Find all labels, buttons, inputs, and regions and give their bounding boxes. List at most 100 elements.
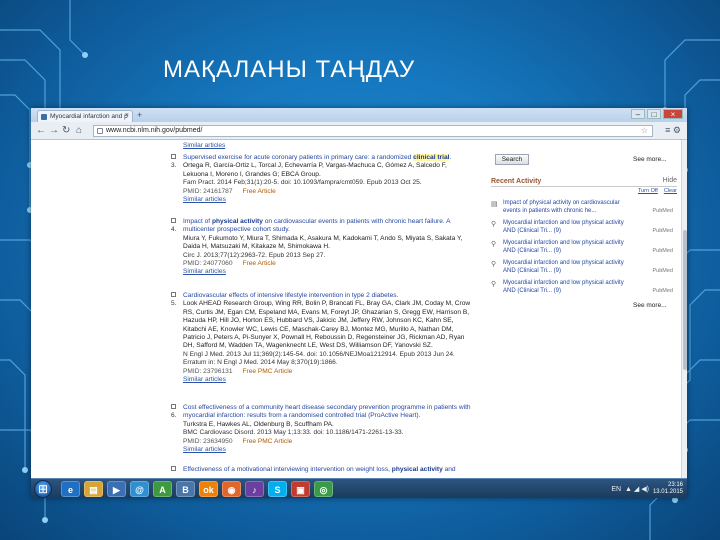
browser-screenshot: Myocardial infarction and p × + – □ × ← … <box>31 108 687 498</box>
app-a-icon[interactable]: A <box>153 481 172 497</box>
minimize-button[interactable]: – <box>631 109 645 119</box>
start-button[interactable] <box>34 480 52 498</box>
source-label: PubMed <box>652 288 674 294</box>
result-number: 3. <box>171 162 177 169</box>
free-article-label: Free Article <box>242 187 276 195</box>
explorer-icon[interactable]: ▤ <box>84 481 103 497</box>
firefox-icon[interactable]: ◉ <box>222 481 241 497</box>
similar-articles-link[interactable]: Similar articles <box>183 142 225 149</box>
result-title-link[interactable]: Impact of physical activity on cardiovas… <box>183 218 471 235</box>
result-number: 5. <box>171 300 177 307</box>
free-article-label: Free PMC Article <box>242 367 293 375</box>
ie-icon[interactable]: e <box>61 481 80 497</box>
search-icon: ⚲ <box>491 261 497 268</box>
source-label: PubMed <box>652 228 674 234</box>
search-icon: ⚲ <box>491 221 497 228</box>
result-checkbox[interactable] <box>171 292 176 297</box>
result-checkbox[interactable] <box>171 404 176 409</box>
ok-icon[interactable]: ok <box>199 481 218 497</box>
new-tab-button[interactable]: + <box>137 111 149 121</box>
source-label: PubMed <box>652 208 674 214</box>
search-icon: ⚲ <box>491 281 497 288</box>
tab-bar: Myocardial infarction and p × + – □ × <box>31 108 687 122</box>
result-checkbox[interactable] <box>171 154 176 159</box>
slide-title: МАҚАЛАНЫ ТАҢДАУ <box>163 56 416 83</box>
clock-time: 23:16 <box>667 481 683 488</box>
mail-icon[interactable]: @ <box>130 481 149 497</box>
result-journal: Fam Pract. 2014 Feb;31(1):20-5. doi: 10.… <box>183 179 422 187</box>
result-authors: Ortega R, García-Ortiz L, Torcal J, Eche… <box>183 162 447 178</box>
reload-icon[interactable]: ↻ <box>62 125 70 137</box>
search-button[interactable]: Search <box>495 154 529 165</box>
similar-articles-link[interactable]: Similar articles <box>183 446 471 454</box>
result-item: 4. Impact of physical activity on cardio… <box>171 218 471 278</box>
pdf-icon[interactable]: ▣ <box>291 481 310 497</box>
clear-link[interactable]: Clear <box>664 188 677 194</box>
favicon-icon <box>41 114 47 120</box>
tray-icons[interactable]: ▲ ◢ ◀) <box>625 485 649 493</box>
result-checkbox[interactable] <box>171 466 176 471</box>
search-icon: ⚲ <box>491 241 497 248</box>
divider <box>491 186 677 187</box>
back-arrow-icon[interactable]: ← <box>36 125 46 137</box>
result-journal: N Engl J Med. 2013 Jul 11;369(2):145-54.… <box>183 350 455 367</box>
result-journal: Circ J. 2013;77(12):2963-72. Epub 2013 S… <box>183 251 326 259</box>
taskbar-apps: e ▤ ▶ @ A Bok ◉ ♪ S ▣ ◎ <box>61 481 333 497</box>
result-item: 3. Supervised exercise for acute coronar… <box>171 154 471 206</box>
system-tray: EN ▲ ◢ ◀) 23:16 13.01.2015 <box>611 480 683 498</box>
source-label: PubMed <box>652 248 674 254</box>
pubmed-page: Similar articles 3. Supervised exercise … <box>31 140 681 478</box>
recent-activity-title: Recent Activity <box>491 178 542 185</box>
clock-date: 13.01.2015 <box>652 489 683 495</box>
chrome-icon[interactable]: ◎ <box>314 481 333 497</box>
address-bar[interactable]: www.ncbi.nlm.nih.gov/pubmed/ ☆ <box>93 125 653 137</box>
free-article-label: Free Article <box>242 260 276 268</box>
recent-activity-actions: Turn Off Clear <box>632 188 677 194</box>
result-item: Effectiveness of a motivational intervie… <box>171 466 471 478</box>
language-indicator[interactable]: EN <box>611 486 621 493</box>
home-icon[interactable]: ⌂ <box>76 125 82 137</box>
result-title-link[interactable]: Supervised exercise for acute coronary p… <box>183 154 471 162</box>
bookmark-star-icon[interactable]: ☆ <box>641 126 648 135</box>
tab-title: Myocardial infarction and p <box>50 113 128 120</box>
result-authors: Turkstra E, Hawkes AL, Oldenburg B, Scuf… <box>183 420 334 428</box>
result-pmid: PMID: 23634950 <box>183 437 233 445</box>
maximize-button[interactable]: □ <box>647 109 661 119</box>
url-text: www.ncbi.nlm.nih.gov/pubmed/ <box>106 127 203 134</box>
source-label: PubMed <box>652 268 674 274</box>
clock[interactable]: 23:16 13.01.2015 <box>653 482 683 497</box>
skype-icon[interactable]: S <box>268 481 287 497</box>
forward-arrow-icon[interactable]: → <box>49 125 59 137</box>
see-more-link[interactable]: See more... <box>633 302 667 309</box>
similar-articles-link[interactable]: Similar articles <box>183 196 471 204</box>
result-journal: BMC Cardiovasc Disord. 2013 May 1;13:33.… <box>183 429 404 437</box>
result-checkbox[interactable] <box>171 218 176 223</box>
result-title-link[interactable]: Effectiveness of a motivational intervie… <box>183 466 471 474</box>
close-window-button[interactable]: × <box>663 109 683 119</box>
windows-taskbar: e▤▶@ABok◉♪S▣◎ EN ▲ ◢ ◀) 23:16 13.01.2015 <box>31 478 687 498</box>
result-pmid: PMID: 24161787 <box>183 187 233 195</box>
turn-off-link[interactable]: Turn Off <box>638 188 658 194</box>
wrench-menu-icon[interactable]: ≡ ⚙ <box>665 125 681 136</box>
result-title-link[interactable]: Cost effectiveness of a community heart … <box>183 404 471 421</box>
browser-tab[interactable]: Myocardial infarction and p × <box>37 110 133 122</box>
scrollbar-thumb[interactable] <box>683 230 687 370</box>
media-icon[interactable]: ▶ <box>107 481 126 497</box>
result-number: 4. <box>171 226 177 233</box>
result-pmid: PMID: 24077060 <box>183 260 233 268</box>
see-more-link[interactable]: See more... <box>633 156 667 163</box>
document-icon: ▤ <box>491 201 498 208</box>
music-icon[interactable]: ♪ <box>245 481 264 497</box>
vk-icon[interactable]: B <box>176 481 195 497</box>
result-title-link[interactable]: Cardiovascular effects of intensive life… <box>183 292 471 300</box>
result-item: 6. Cost effectiveness of a community hea… <box>171 404 471 462</box>
similar-articles-link[interactable]: Similar articles <box>183 376 471 384</box>
result-authors: Look AHEAD Research Group, Wing RR, Boli… <box>183 300 471 350</box>
similar-articles-link[interactable]: Similar articles <box>183 268 471 276</box>
result-number: 6. <box>171 412 177 419</box>
recent-activity-toggle[interactable]: Hide <box>663 177 677 184</box>
vertical-scrollbar[interactable] <box>681 140 687 478</box>
browser-toolbar: ← → ↻ ⌂ www.ncbi.nlm.nih.gov/pubmed/ ☆ ≡… <box>31 122 687 140</box>
window-controls: – □ × <box>631 109 683 119</box>
tab-close-icon[interactable]: × <box>125 112 129 119</box>
